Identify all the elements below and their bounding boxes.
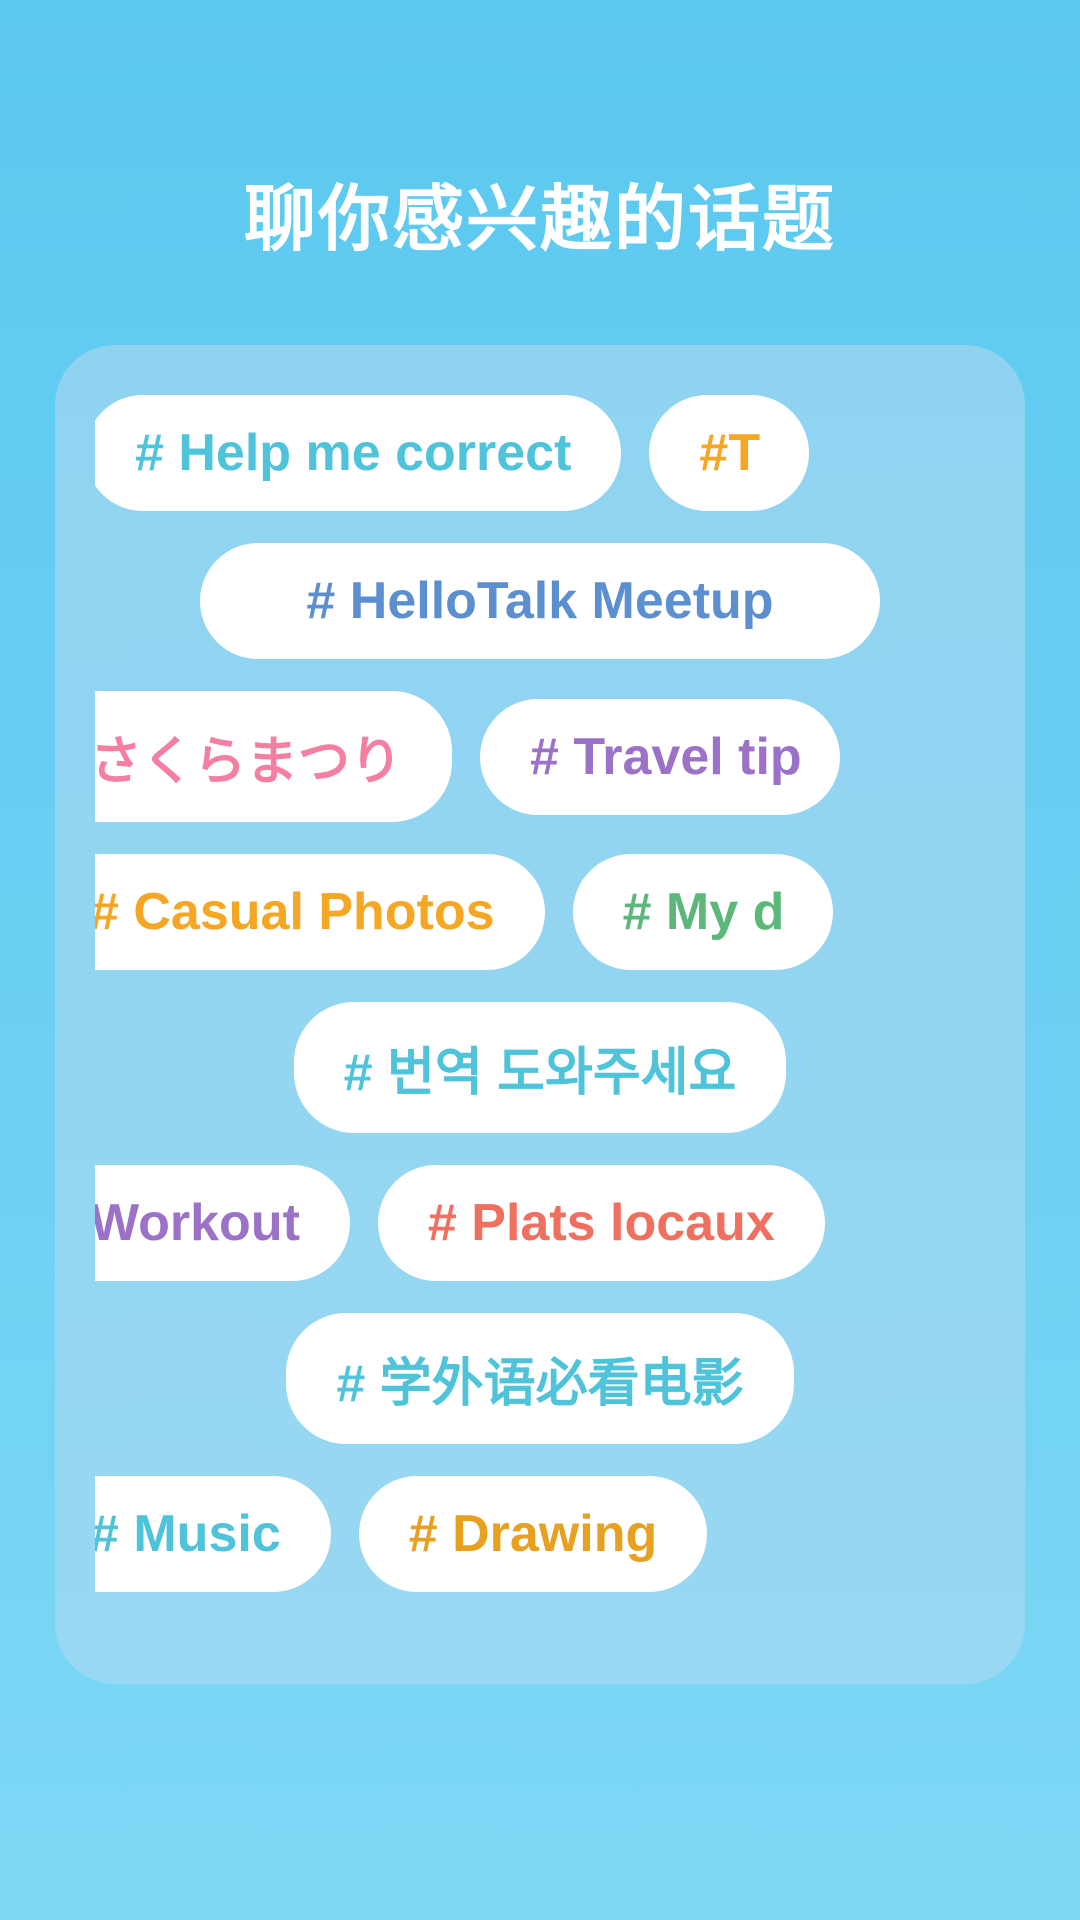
tag-row-1: # Help me correct #T [95,395,985,511]
tag-help-me-correct[interactable]: # Help me correct [95,395,621,511]
tag-drawing[interactable]: # Drawing [359,1476,708,1592]
tag-casual-photos[interactable]: # Casual Photos [95,854,545,970]
tag-translation-help[interactable]: # 번역 도와주세요 [294,1002,787,1133]
tag-row-3: さくらまつり # Travel tip [95,691,985,822]
topics-card: # Help me correct #T # HelloTalk Meetup … [55,345,1025,1684]
tag-row-7: # 学外语必看电影 [95,1313,985,1444]
tag-my-d[interactable]: # My d [573,854,833,970]
tag-row-2: # HelloTalk Meetup [95,543,985,659]
tag-music[interactable]: # Music [95,1476,331,1592]
tag-row-4: # Casual Photos # My d [95,854,985,970]
tag-plats-locaux[interactable]: # Plats locaux [378,1165,825,1281]
tag-row-8: # Music # Drawing [95,1476,985,1592]
tag-travel-tip[interactable]: # Travel tip [480,699,840,815]
page-title: 聊你感兴趣的话题 [0,0,1080,345]
tag-row-5: # 번역 도와주세요 [95,1002,985,1133]
tag-workout[interactable]: Workout [95,1165,350,1281]
tag-row-6: Workout # Plats locaux [95,1165,985,1281]
tag-learn-language-movies[interactable]: # 学外语必看电影 [286,1313,793,1444]
tag-hellotalk-meetup[interactable]: # HelloTalk Meetup [200,543,880,659]
tags-container: # Help me correct #T # HelloTalk Meetup … [95,395,985,1624]
tag-sakura-matsuri[interactable]: さくらまつり [95,691,452,822]
tag-t-partial[interactable]: #T [649,395,809,511]
